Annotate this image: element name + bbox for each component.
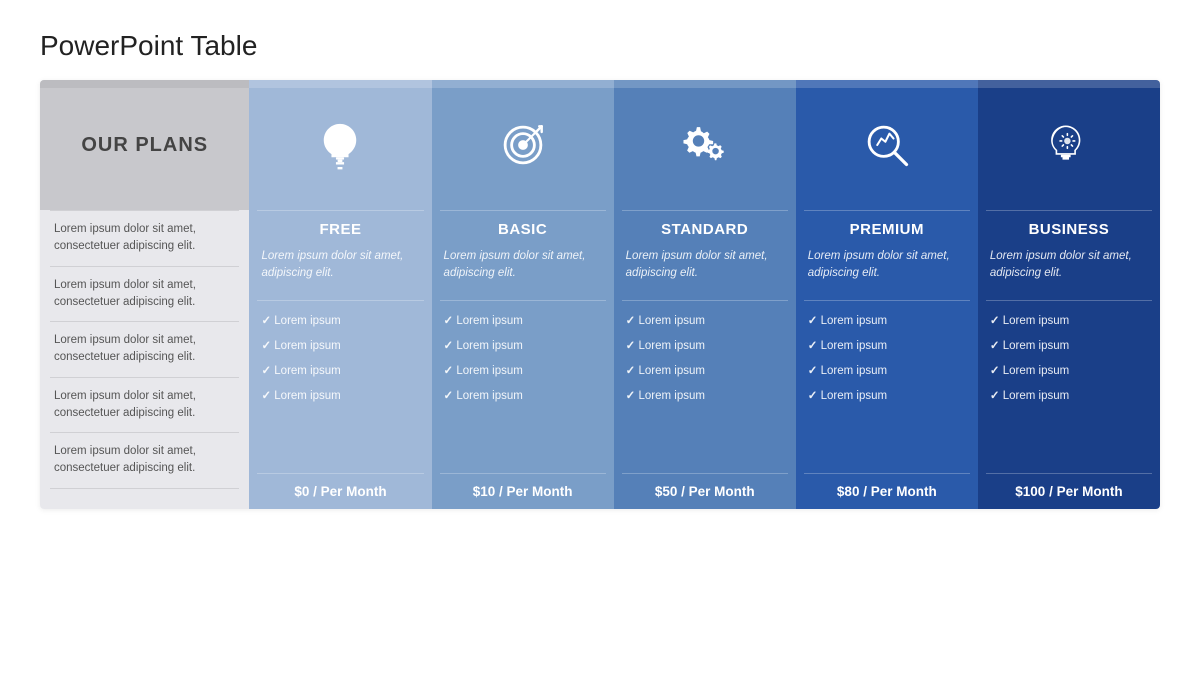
business-desc: Lorem ipsum dolor sit amet, adipiscing e… — [978, 244, 1160, 300]
label-row-5: Lorem ipsum dolor sit amet, consectetuer… — [40, 433, 249, 488]
basic-features: Lorem ipsumLorem ipsumLorem ipsumLorem i… — [432, 301, 614, 473]
label-price — [40, 489, 249, 509]
premium-price: $80 / Per Month — [796, 474, 978, 509]
business-price: $100 / Per Month — [978, 474, 1160, 509]
standard-header — [614, 80, 796, 210]
col-business: BUSINESS Lorem ipsum dolor sit amet, adi… — [978, 80, 1160, 509]
basic-desc: Lorem ipsum dolor sit amet, adipiscing e… — [432, 244, 614, 300]
basic-icon-wrap — [497, 80, 549, 210]
standard-feature-2: Lorem ipsum — [614, 359, 796, 384]
premium-feature-3: Lorem ipsum — [796, 384, 978, 409]
free-desc: Lorem ipsum dolor sit amet, adipiscing e… — [249, 244, 431, 300]
business-feature-2: Lorem ipsum — [978, 359, 1160, 384]
brain-gears-icon — [1043, 119, 1095, 171]
premium-feature-2: Lorem ipsum — [796, 359, 978, 384]
label-column: OUR PLANS Lorem ipsum dolor sit amet, co… — [40, 80, 249, 509]
standard-feature-3: Lorem ipsum — [614, 384, 796, 409]
label-row-2: Lorem ipsum dolor sit amet, consectetuer… — [40, 267, 249, 322]
standard-name: STANDARD — [614, 211, 796, 244]
premium-feature-0: Lorem ipsum — [796, 309, 978, 334]
business-feature-1: Lorem ipsum — [978, 334, 1160, 359]
standard-features: Lorem ipsumLorem ipsumLorem ipsumLorem i… — [614, 301, 796, 473]
label-row-3: Lorem ipsum dolor sit amet, consectetuer… — [40, 322, 249, 377]
col-basic: BASIC Lorem ipsum dolor sit amet, adipis… — [432, 80, 614, 509]
business-icon-wrap — [1043, 80, 1095, 210]
premium-header — [796, 80, 978, 210]
free-feature-0: Lorem ipsum — [249, 309, 431, 334]
pricing-table: OUR PLANS Lorem ipsum dolor sit amet, co… — [40, 80, 1160, 509]
business-feature-0: Lorem ipsum — [978, 309, 1160, 334]
basic-price: $10 / Per Month — [432, 474, 614, 509]
target-icon — [497, 119, 549, 171]
standard-feature-0: Lorem ipsum — [614, 309, 796, 334]
free-feature-1: Lorem ipsum — [249, 334, 431, 359]
premium-features: Lorem ipsumLorem ipsumLorem ipsumLorem i… — [796, 301, 978, 473]
lightbulb-icon — [314, 119, 366, 171]
label-header: OUR PLANS — [40, 80, 249, 210]
standard-price: $50 / Per Month — [614, 474, 796, 509]
our-plans-title: OUR PLANS — [67, 134, 222, 157]
page-title: PowerPoint Table — [40, 30, 1160, 62]
chart-search-icon — [861, 119, 913, 171]
business-header — [978, 80, 1160, 210]
basic-feature-3: Lorem ipsum — [432, 384, 614, 409]
free-header — [249, 80, 431, 210]
standard-icon-wrap — [679, 80, 731, 210]
basic-feature-0: Lorem ipsum — [432, 309, 614, 334]
basic-header — [432, 80, 614, 210]
basic-feature-1: Lorem ipsum — [432, 334, 614, 359]
label-row-4: Lorem ipsum dolor sit amet, consectetuer… — [40, 378, 249, 433]
standard-feature-1: Lorem ipsum — [614, 334, 796, 359]
col-standard: STANDARD Lorem ipsum dolor sit amet, adi… — [614, 80, 796, 509]
premium-feature-1: Lorem ipsum — [796, 334, 978, 359]
free-price: $0 / Per Month — [249, 474, 431, 509]
free-features: Lorem ipsumLorem ipsumLorem ipsumLorem i… — [249, 301, 431, 473]
basic-name: BASIC — [432, 211, 614, 244]
free-name: FREE — [249, 211, 431, 244]
standard-desc: Lorem ipsum dolor sit amet, adipiscing e… — [614, 244, 796, 300]
basic-feature-2: Lorem ipsum — [432, 359, 614, 384]
business-name: BUSINESS — [978, 211, 1160, 244]
gears-icon — [679, 119, 731, 171]
free-feature-3: Lorem ipsum — [249, 384, 431, 409]
premium-desc: Lorem ipsum dolor sit amet, adipiscing e… — [796, 244, 978, 300]
free-icon-wrap — [314, 80, 366, 210]
premium-name: PREMIUM — [796, 211, 978, 244]
business-features: Lorem ipsumLorem ipsumLorem ipsumLorem i… — [978, 301, 1160, 473]
premium-icon-wrap — [861, 80, 913, 210]
col-premium: PREMIUM Lorem ipsum dolor sit amet, adip… — [796, 80, 978, 509]
business-feature-3: Lorem ipsum — [978, 384, 1160, 409]
col-free: FREE Lorem ipsum dolor sit amet, adipisc… — [249, 80, 431, 509]
label-row-1: Lorem ipsum dolor sit amet, consectetuer… — [40, 211, 249, 266]
free-feature-2: Lorem ipsum — [249, 359, 431, 384]
